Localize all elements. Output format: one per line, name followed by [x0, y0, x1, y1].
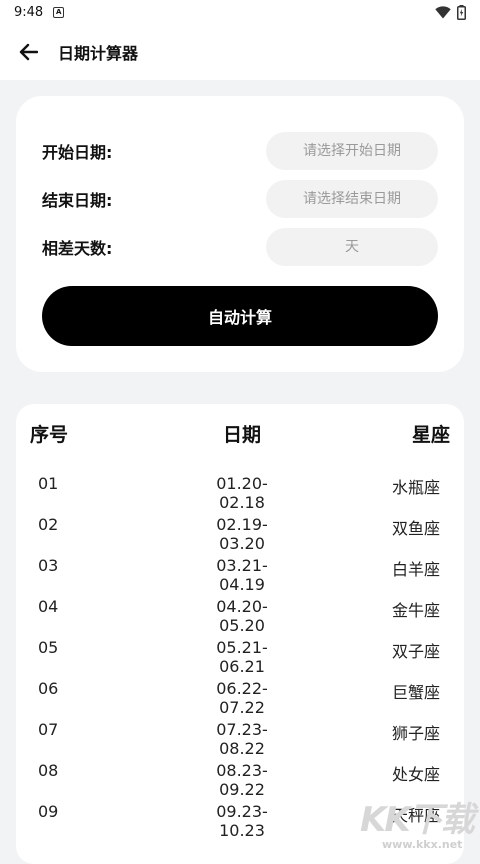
end-date-label: 结束日期:	[42, 191, 113, 210]
table-header: 序号 日期 星座	[16, 420, 464, 450]
battery-icon	[457, 4, 466, 20]
date-form-card: 开始日期: 结束日期: 相差天数: 自动计算	[16, 96, 464, 372]
row-index: 02	[38, 515, 59, 534]
header-date: 日期	[222, 424, 261, 446]
watermark-logo-text: KK下载	[360, 800, 475, 840]
back-arrow-icon	[19, 43, 38, 61]
row-zodiac-sign: 双鱼座	[391, 519, 440, 538]
notification-icon: A	[53, 6, 65, 18]
row-zodiac-sign: 金牛座	[391, 601, 440, 620]
table-row: 05 05.21-06.21 双子座	[16, 638, 464, 676]
watermark-url: www.kkx.net	[382, 838, 463, 851]
row-index: 07	[38, 720, 59, 739]
table-row: 02 02.19-03.20 双鱼座	[16, 515, 464, 553]
status-time: 9:48	[14, 4, 44, 20]
row-zodiac-sign: 狮子座	[391, 724, 440, 743]
app-bar: 日期计算器	[0, 24, 480, 80]
row-index: 05	[38, 638, 59, 657]
row-index: 08	[38, 761, 59, 780]
row-index: 03	[38, 556, 59, 575]
row-zodiac-sign: 白羊座	[391, 560, 440, 579]
day-diff-label: 相差天数:	[42, 239, 113, 258]
row-date-range: 09.23-10.23	[216, 802, 268, 840]
table-row: 06 06.22-07.22 巨蟹座	[16, 679, 464, 717]
row-zodiac-sign: 巨蟹座	[391, 683, 440, 702]
status-bar: 9:48 A	[0, 0, 480, 24]
back-button[interactable]	[0, 24, 56, 80]
row-date-range: 01.20-02.18	[216, 474, 268, 512]
row-index: 09	[38, 802, 59, 821]
table-row: 03 03.21-04.19 白羊座	[16, 556, 464, 594]
day-diff-field[interactable]	[266, 228, 438, 266]
table-row: 01 01.20-02.18 水瓶座	[16, 474, 464, 512]
start-date-row: 开始日期:	[42, 132, 438, 170]
end-date-row: 结束日期:	[42, 180, 438, 218]
day-diff-row: 相差天数:	[42, 228, 438, 266]
start-date-label: 开始日期:	[42, 143, 113, 162]
row-zodiac-sign: 双子座	[391, 642, 440, 661]
table-row: 07 07.23-08.22 狮子座	[16, 720, 464, 758]
table-row: 08 08.23-09.22 处女座	[16, 761, 464, 799]
row-date-range: 06.22-07.22	[216, 679, 268, 717]
status-icons	[435, 4, 466, 20]
header-sign: 星座	[411, 424, 450, 446]
row-date-range: 02.19-03.20	[216, 515, 268, 553]
table-row: 04 04.20-05.20 金牛座	[16, 597, 464, 635]
wifi-icon	[435, 5, 451, 18]
start-date-field[interactable]	[266, 132, 438, 170]
page-title: 日期计算器	[58, 44, 139, 63]
end-date-field[interactable]	[266, 180, 438, 218]
row-date-range: 04.20-05.20	[216, 597, 268, 635]
row-date-range: 07.23-08.22	[216, 720, 268, 758]
row-index: 06	[38, 679, 59, 698]
row-index: 01	[38, 474, 59, 493]
row-date-range: 08.23-09.22	[216, 761, 268, 799]
row-zodiac-sign: 水瓶座	[391, 478, 440, 497]
auto-calculate-button[interactable]: 自动计算	[42, 286, 438, 346]
header-index: 序号	[30, 424, 69, 446]
watermark-logo: KK下载 www.kkx.net	[360, 792, 480, 853]
row-index: 04	[38, 597, 59, 616]
row-date-range: 05.21-06.21	[216, 638, 268, 676]
row-zodiac-sign: 处女座	[391, 765, 440, 784]
row-date-range: 03.21-04.19	[216, 556, 268, 594]
